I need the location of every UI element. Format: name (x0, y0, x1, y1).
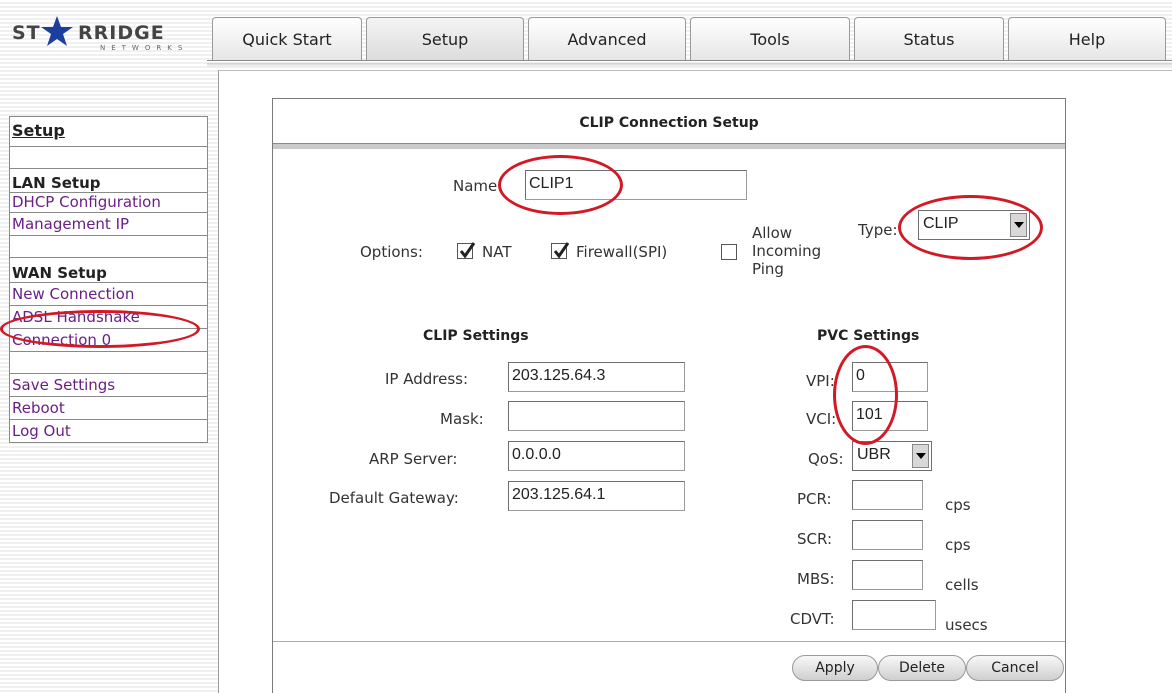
mask-input[interactable] (508, 401, 685, 431)
vpi-input[interactable]: 0 (852, 362, 928, 392)
tab-shadow (207, 63, 1172, 67)
sidebar-title[interactable]: Setup (10, 117, 207, 147)
scr-label: SCR: (797, 530, 833, 548)
sidebar-spacer (10, 352, 207, 374)
pvc-settings-heading: PVC Settings (817, 328, 920, 344)
delete-button[interactable]: Delete (878, 655, 966, 681)
logo-subtitle: NETWORKS (100, 44, 189, 52)
starbridge-logo: ST RRIDGE NETWORKS (12, 16, 207, 62)
arp-server-input[interactable]: 0.0.0.0 (508, 441, 685, 471)
sidebar: Setup LAN Setup DHCP Configuration Manag… (9, 116, 208, 443)
panel-title: CLIP Connection Setup (579, 115, 759, 131)
firewall-checkbox[interactable] (551, 242, 570, 259)
tab-advanced[interactable]: Advanced (528, 17, 686, 60)
tab-status[interactable]: Status (854, 17, 1004, 60)
name-label: Name: (453, 177, 503, 195)
firewall-label: Firewall(SPI) (576, 243, 668, 261)
scr-unit: cps (945, 536, 971, 554)
nat-checkbox[interactable] (457, 242, 476, 259)
pcr-unit: cps (945, 496, 971, 514)
qos-select-value: UBR (857, 446, 891, 463)
ip-address-label: IP Address: (385, 370, 469, 388)
tab-setup[interactable]: Setup (366, 17, 524, 60)
mbs-label: MBS: (797, 570, 835, 588)
tab-tools[interactable]: Tools (690, 17, 850, 60)
pcr-input[interactable] (852, 480, 923, 510)
vci-input[interactable]: 101 (852, 401, 928, 431)
checkmark-icon (459, 242, 476, 259)
sidebar-item-save-settings[interactable]: Save Settings (10, 374, 207, 397)
panel-footer-divider (273, 641, 1065, 642)
logo-text-right: RRIDGE (78, 22, 165, 44)
tab-help[interactable]: Help (1008, 17, 1166, 60)
apply-button[interactable]: Apply (792, 655, 878, 681)
mask-label: Mask: (440, 410, 484, 428)
arp-server-label: ARP Server: (369, 450, 458, 468)
sidebar-item-dhcp[interactable]: DHCP Configuration (10, 193, 207, 213)
sidebar-item-adsl-handshake[interactable]: ADSL Handshake (10, 306, 207, 329)
scr-input[interactable] (852, 520, 923, 550)
ip-address-input[interactable]: 203.125.64.3 (508, 362, 685, 392)
sidebar-item-new-connection[interactable]: New Connection (10, 283, 207, 306)
qos-label: QoS: (808, 450, 844, 468)
chevron-down-icon (912, 444, 929, 468)
type-label: Type: (858, 221, 898, 239)
cdvt-label: CDVT: (790, 610, 835, 628)
type-select[interactable]: CLIP (918, 210, 1030, 240)
sidebar-item-management-ip[interactable]: Management IP (10, 213, 207, 236)
sidebar-spacer (10, 236, 207, 258)
cdvt-input[interactable] (852, 600, 936, 630)
sidebar-spacer (10, 147, 207, 169)
tab-quick-start[interactable]: Quick Start (212, 17, 362, 60)
logo-text-left: ST (12, 22, 41, 44)
chevron-down-icon (1010, 213, 1027, 237)
type-select-value: CLIP (923, 215, 959, 232)
sidebar-item-connection-0[interactable]: Connection 0 (10, 329, 207, 352)
mbs-input[interactable] (852, 560, 923, 590)
panel-title-bar (273, 143, 1065, 149)
allow-ping-checkbox[interactable] (721, 244, 737, 260)
sidebar-item-log-out[interactable]: Log Out (10, 420, 207, 442)
pcr-label: PCR: (797, 490, 832, 508)
cdvt-unit: usecs (945, 616, 988, 634)
clip-settings-heading: CLIP Settings (423, 328, 529, 344)
vpi-label: VPI: (806, 372, 835, 390)
name-input[interactable]: CLIP1 (525, 170, 747, 200)
mbs-unit: cells (945, 576, 979, 594)
cancel-button[interactable]: Cancel (966, 655, 1064, 681)
sidebar-section-lan: LAN Setup (10, 169, 207, 193)
star-icon (41, 16, 73, 46)
allow-ping-label-2: Incoming (752, 242, 822, 260)
vci-label: VCI: (806, 410, 837, 428)
qos-select[interactable]: UBR (852, 441, 932, 471)
nat-label: NAT (482, 243, 512, 261)
sidebar-item-reboot[interactable]: Reboot (10, 397, 207, 420)
allow-ping-label-3: Ping (752, 260, 784, 278)
options-label: Options: (360, 243, 423, 261)
checkmark-icon (553, 242, 570, 259)
default-gateway-label: Default Gateway: (329, 489, 459, 507)
default-gateway-input[interactable]: 203.125.64.1 (508, 481, 685, 511)
sidebar-section-wan: WAN Setup (10, 258, 207, 283)
allow-ping-label-1: Allow (752, 224, 793, 242)
